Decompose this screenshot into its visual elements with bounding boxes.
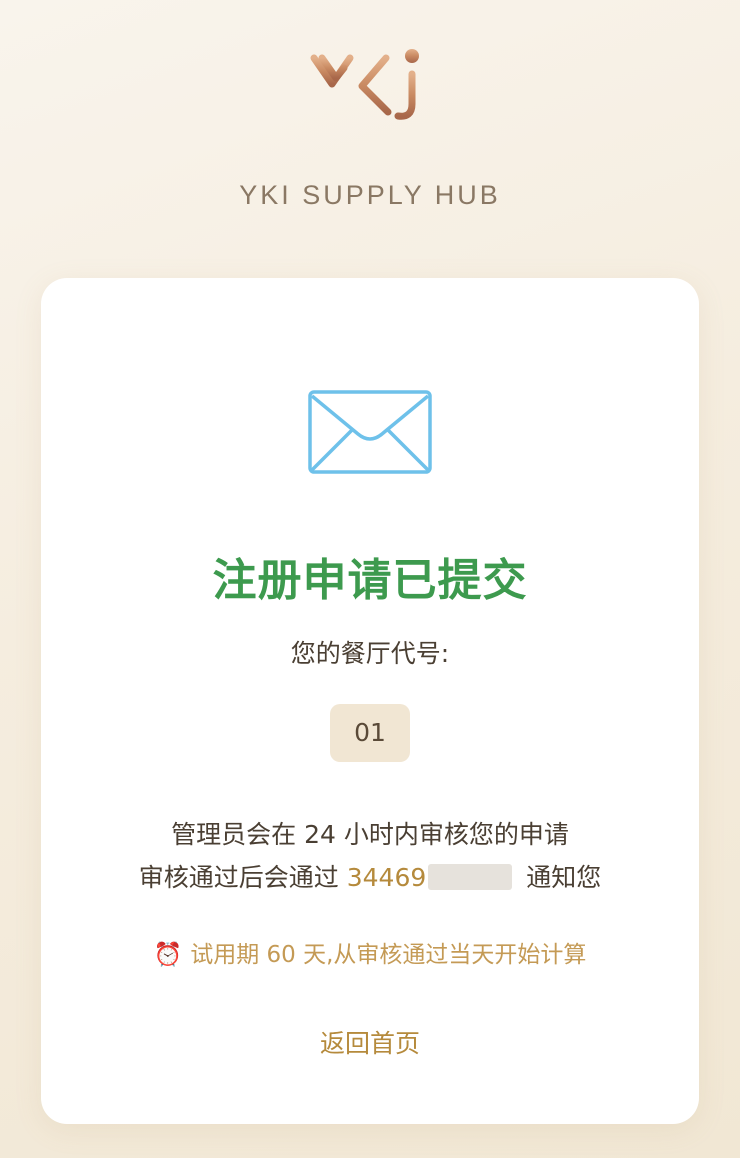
brand-header: YKI SUPPLY HUB: [0, 0, 740, 250]
submission-card: 注册申请已提交 您的餐厅代号: 01 管理员会在 24 小时内审核您的申请 审核…: [41, 278, 699, 1124]
notify-prefix: 审核通过后会通过: [138, 863, 347, 892]
trial-period-text: 试用期 60 天,从审核通过当天开始计算: [190, 942, 587, 968]
notification-text: 审核通过后会通过 34469 通知您: [41, 858, 699, 894]
brand-name: YKI SUPPLY HUB: [239, 180, 501, 210]
restaurant-code-label: 您的餐厅代号:: [290, 639, 450, 668]
page-title: 注册申请已提交: [212, 555, 528, 606]
envelope-icon: [308, 390, 432, 474]
alarm-clock-icon: ⏰: [153, 942, 183, 968]
phone-mask: [428, 864, 513, 890]
back-to-home-link[interactable]: 返回首页: [310, 1024, 430, 1060]
trial-period-note: ⏰ 试用期 60 天,从审核通过当天开始计算: [41, 935, 699, 969]
yki-logo: [310, 49, 419, 120]
notify-suffix: 通知您: [518, 863, 602, 892]
review-time-text: 管理员会在 24 小时内审核您的申请: [171, 820, 569, 849]
restaurant-code-badge: 01: [330, 704, 410, 762]
phone-number: 34469: [346, 863, 427, 892]
